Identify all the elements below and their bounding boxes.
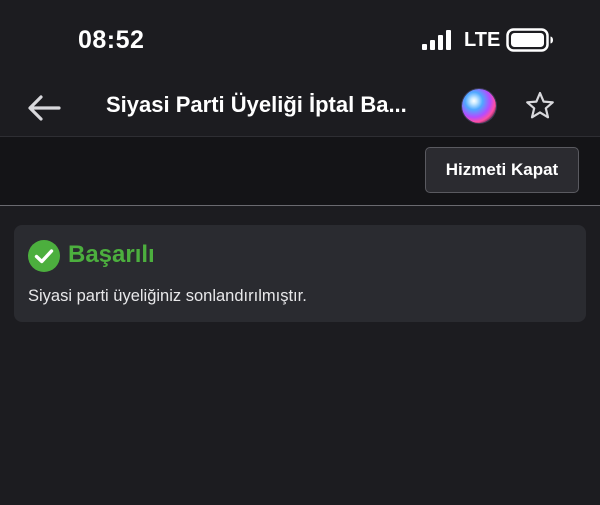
status-time: 08:52 [78,26,145,54]
check-circle-icon [28,240,60,272]
signal-icon [422,30,451,50]
page-title: Siyasi Parti Üyeliği İptal Ba... [106,92,407,117]
close-service-button[interactable]: Hizmeti Kapat [425,147,579,193]
alert-title: Başarılı [68,241,155,268]
siri-icon[interactable] [462,89,496,123]
toolbar: Hizmeti Kapat [0,137,600,206]
network-label: LTE [464,29,501,51]
battery-icon [506,28,553,52]
alert-message: Siyasi parti üyeliğiniz sonlandırılmıştı… [28,287,307,305]
app-screen: 08:52 LTE Siyasi Parti Üyeliği İptal Ba.… [0,0,600,505]
navigation-bar: Siyasi Parti Üyeliği İptal Ba... [0,80,600,137]
status-bar: 08:52 LTE [0,0,600,80]
star-icon [526,91,554,119]
back-arrow-icon [28,95,61,121]
success-alert: Başarılı Siyasi parti üyeliğiniz sonland… [14,225,586,322]
back-button[interactable] [24,88,64,128]
favorite-button[interactable] [522,88,558,124]
